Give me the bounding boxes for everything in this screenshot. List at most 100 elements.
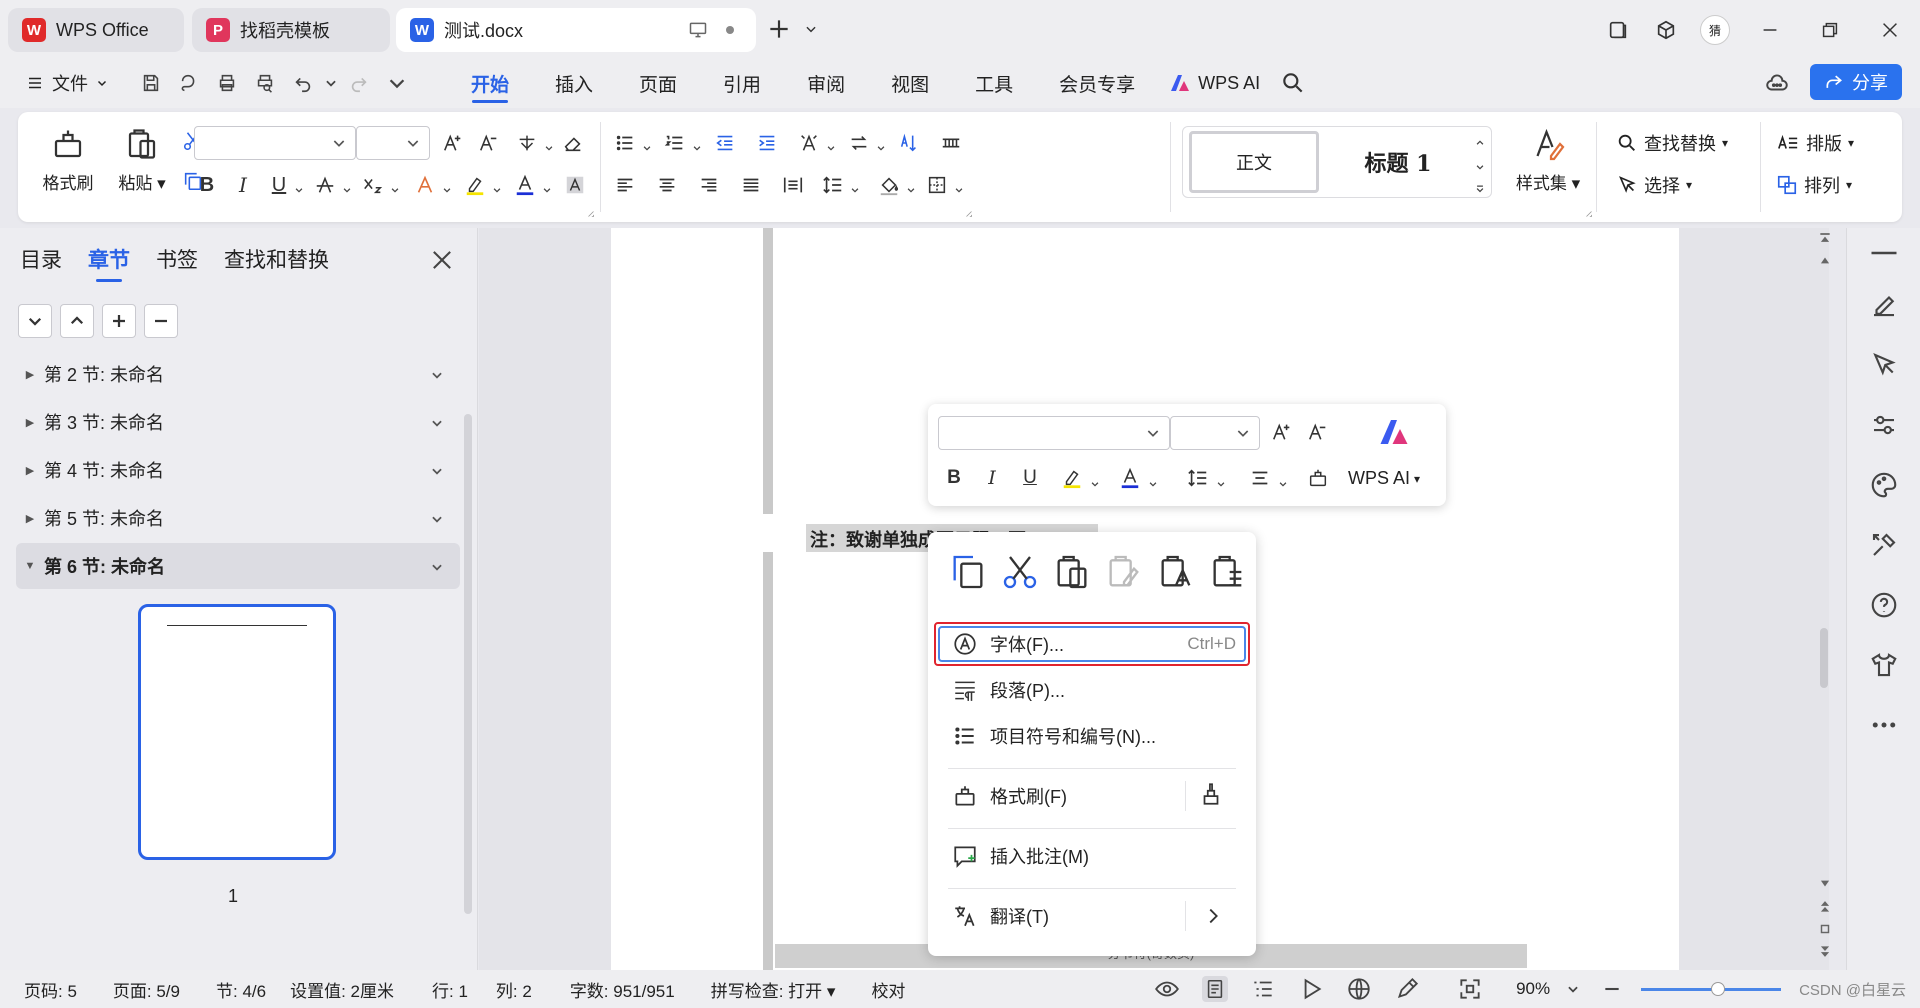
zoom-dropdown-chevron-icon[interactable] <box>1566 982 1580 996</box>
font-color-icon[interactable] <box>1116 464 1144 492</box>
select-browse-object-icon[interactable] <box>1818 922 1832 936</box>
chevron-down-icon[interactable] <box>906 180 916 193</box>
collapse-triangle-icon[interactable]: ▼ <box>16 560 44 572</box>
file-menu-button[interactable]: 文件 <box>26 70 108 96</box>
scroll-down-arrow-icon[interactable] <box>1818 876 1832 890</box>
styles-dialog-launcher-icon[interactable] <box>1584 204 1594 217</box>
grow-font-icon[interactable] <box>438 128 468 158</box>
section-item-3[interactable]: ▶ 第 3 节: 未命名 <box>16 399 460 445</box>
status-section[interactable]: 节: 4/6 <box>216 977 266 1002</box>
paragraph-dialog-launcher-icon[interactable] <box>964 204 974 217</box>
increase-indent-icon[interactable] <box>752 128 782 158</box>
close-window-icon[interactable] <box>1860 12 1920 48</box>
arrange-button[interactable]: 排列 ▾ <box>1776 172 1852 198</box>
add-section-plus-icon[interactable] <box>102 304 136 338</box>
paragraph-align-icon[interactable] <box>1246 464 1274 492</box>
write-mode-pen-icon[interactable] <box>1394 976 1420 1002</box>
menu-item-insert-comment[interactable]: 插入批注(M) <box>936 834 1248 878</box>
minimize-icon[interactable] <box>1740 12 1800 48</box>
phonetic-guide-icon[interactable] <box>512 128 542 158</box>
export-pdf-icon[interactable] <box>172 66 206 100</box>
justify-icon[interactable] <box>736 170 766 200</box>
expand-triangle-icon[interactable]: ▶ <box>16 464 44 477</box>
italic-button[interactable]: I <box>228 170 258 200</box>
select-pointer-icon[interactable] <box>1869 350 1899 380</box>
undo-icon[interactable] <box>286 66 320 100</box>
window-layout-icon[interactable] <box>1594 12 1642 48</box>
print-icon[interactable] <box>210 66 244 100</box>
section-item-6[interactable]: ▼ 第 6 节: 未命名 <box>16 543 460 589</box>
copy-icon[interactable] <box>948 552 988 592</box>
scroll-up-arrow-icon[interactable] <box>1818 254 1832 268</box>
tab-list-chevron-icon[interactable] <box>804 22 818 36</box>
section-item-5[interactable]: ▶ 第 5 节: 未命名 <box>16 495 460 541</box>
help-icon[interactable] <box>1869 590 1899 620</box>
avatar[interactable]: 猜 <box>1700 15 1730 45</box>
paste-button[interactable]: 粘贴 ▾ <box>110 124 174 194</box>
bold-button[interactable]: B <box>940 464 968 492</box>
chevron-down-icon[interactable] <box>544 138 554 151</box>
tab-templates[interactable]: P 找稻壳模板 <box>192 8 390 52</box>
tab-member[interactable]: 会员专享 <box>1036 58 1158 108</box>
format-painter-button[interactable]: 格式刷 <box>38 124 98 194</box>
paste-list-icon[interactable] <box>1208 552 1248 592</box>
font-size-dropdown[interactable] <box>356 126 430 160</box>
chevron-down-icon[interactable] <box>642 138 652 151</box>
play-read-mode-icon[interactable] <box>1298 976 1324 1002</box>
chevron-down-icon[interactable] <box>430 414 444 428</box>
chevron-down-icon[interactable] <box>876 138 886 151</box>
chevron-down-icon[interactable] <box>294 180 304 193</box>
remove-section-minus-icon[interactable] <box>144 304 178 338</box>
underline-button[interactable]: U <box>264 170 294 200</box>
status-spell-check[interactable]: 拼写检查: 打开 ▾ <box>711 977 836 1002</box>
cloud-icon[interactable] <box>1764 70 1790 96</box>
mini-font-name-dropdown[interactable] <box>938 416 1170 450</box>
status-proofread[interactable]: 校对 <box>871 977 905 1002</box>
distribute-icon[interactable] <box>778 170 808 200</box>
font-dialog-launcher-icon[interactable] <box>586 204 596 217</box>
status-word-count[interactable]: 字数: 951/951 <box>570 977 675 1002</box>
highlight-color-icon[interactable] <box>460 170 490 200</box>
line-spacing-icon[interactable] <box>818 170 848 200</box>
mini-wps-ai-button[interactable]: WPS AI ▾ <box>1348 468 1420 489</box>
wps-ai-logo-icon[interactable] <box>1374 414 1414 450</box>
borders-icon[interactable] <box>922 170 952 200</box>
chevron-down-icon[interactable] <box>1090 474 1100 487</box>
chevron-down-icon[interactable] <box>850 180 860 193</box>
chevron-right-icon[interactable] <box>1202 901 1224 931</box>
text-direction-icon[interactable] <box>794 128 824 158</box>
chevron-down-icon[interactable] <box>492 180 502 193</box>
chevron-down-icon[interactable] <box>430 462 444 476</box>
scrollbar-thumb[interactable] <box>1820 628 1828 688</box>
chevron-down-icon[interactable] <box>692 138 702 151</box>
find-replace-button[interactable]: 查找替换 ▾ <box>1616 130 1728 156</box>
tab-insert[interactable]: 插入 <box>532 58 616 108</box>
swap-icon[interactable] <box>844 128 874 158</box>
section-item-2[interactable]: ▶ 第 2 节: 未命名 <box>16 351 460 397</box>
menu-item-bullets-numbering[interactable]: 项目符号和编号(N)... <box>936 714 1248 758</box>
chevron-down-icon[interactable] <box>442 180 452 193</box>
tab-document[interactable]: W 测试.docx <box>396 8 756 52</box>
close-icon[interactable] <box>428 246 456 274</box>
layout-button[interactable]: 排版 ▾ <box>1776 130 1854 156</box>
menu-item-format-painter[interactable]: 格式刷(F) <box>936 774 1248 818</box>
new-tab-plus-icon[interactable] <box>766 16 792 42</box>
tab-review[interactable]: 审阅 <box>784 58 868 108</box>
outline-view-icon[interactable] <box>1250 976 1276 1002</box>
prev-page-icon[interactable] <box>1818 900 1832 914</box>
line-spacing-icon[interactable] <box>1184 464 1212 492</box>
pen-edit-icon[interactable] <box>1869 290 1899 320</box>
chevron-down-icon[interactable] <box>826 138 836 151</box>
more-quick-access-chevron-icon[interactable] <box>380 66 414 100</box>
more-dots-icon[interactable] <box>1869 710 1899 740</box>
font-color-icon[interactable] <box>510 170 540 200</box>
chevron-down-icon[interactable] <box>430 366 444 380</box>
nav-tab-toc[interactable]: 目录 <box>20 244 62 274</box>
page-thumbnail[interactable] <box>138 604 336 860</box>
scroll-top-icon[interactable] <box>1818 232 1832 246</box>
decrease-indent-icon[interactable] <box>710 128 740 158</box>
chevron-down-icon[interactable] <box>18 304 52 338</box>
chevron-down-icon[interactable] <box>390 180 400 193</box>
tab-page[interactable]: 页面 <box>616 58 700 108</box>
align-left-icon[interactable] <box>610 170 640 200</box>
